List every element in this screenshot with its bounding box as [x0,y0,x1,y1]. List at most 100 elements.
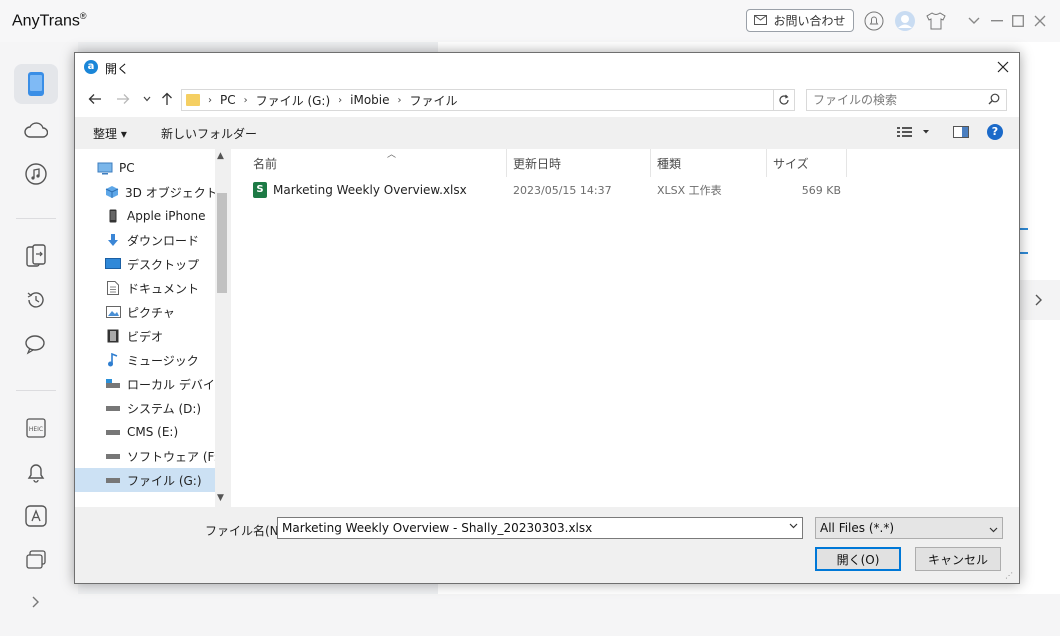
file-type-cell: XLSX 工作表 [657,184,722,197]
help-icon[interactable]: ? [987,124,1003,140]
tree-item-cms-e[interactable]: CMS (E:) [75,420,215,444]
document-icon [105,281,121,295]
address-bar[interactable]: › PC › ファイル (G:) › iMobie › ファイル [181,89,795,111]
dialog-close-button[interactable] [993,57,1013,77]
app-title: AnyTrans® [12,11,87,30]
cloud-icon[interactable] [14,110,58,150]
open-button[interactable]: 開く(O) [815,547,901,571]
new-folder-button[interactable]: 新しいフォルダー [161,125,257,142]
3d-objects-icon [105,185,119,199]
anytrans-logo-icon: a [84,60,98,74]
search-input[interactable] [807,90,977,110]
dialog-title: 開く [105,62,130,76]
tree-item-downloads[interactable]: ダウンロード [75,228,215,252]
app-store-icon[interactable] [14,496,58,536]
svg-text:HEIC: HEIC [29,426,43,433]
sidebar-divider [16,390,56,391]
tree-item-3d-objects[interactable]: 3D オブジェクト [75,180,215,204]
music-note-icon[interactable] [14,154,58,194]
file-list-pane: 名前 ︿ 更新日時 種類 サイズ S Marketing Weekly Over… [231,149,1019,507]
chevron-right-icon: › [243,94,248,106]
avatar[interactable] [893,9,917,33]
cancel-button[interactable]: キャンセル [915,547,1001,571]
search-field[interactable] [806,89,1007,111]
column-header-name[interactable]: 名前 ︿ [247,149,507,177]
tree-item-files-g[interactable]: ファイル (G:) [75,468,215,492]
tree-item-iphone[interactable]: Apple iPhone [75,204,215,228]
breadcrumb-drive[interactable]: ファイル (G:) [256,92,331,109]
drive-icon [105,449,121,463]
tree-item-documents[interactable]: ドキュメント [75,276,215,300]
screen-mirror-icon[interactable] [14,540,58,580]
filename-input[interactable] [278,518,778,538]
desktop-icon [105,257,121,271]
file-date-cell: 2023/05/15 14:37 [513,183,612,197]
contact-button[interactable]: お問い合わせ [746,9,854,32]
recent-locations-button[interactable] [137,90,157,108]
expand-sidebar-icon[interactable] [14,582,58,622]
tree-item-videos[interactable]: ビデオ [75,324,215,348]
refresh-button[interactable] [773,90,793,110]
close-icon[interactable] [1028,9,1052,33]
tree-item-desktop[interactable]: デスクトップ [75,252,215,276]
filename-field[interactable] [277,517,803,539]
arrow-left-icon [88,94,101,104]
forward-button[interactable] [113,90,133,108]
scroll-up-icon[interactable]: ▲ [217,151,224,161]
dialog-footer: ファイル名(N): All Files (*.*) 開く(O) キャンセル ⋰ [75,507,1019,583]
chevron-down-icon[interactable] [962,9,986,33]
breadcrumb-imobie[interactable]: iMobie [350,93,389,107]
search-icon[interactable] [988,93,1000,108]
drive-icon [105,401,121,415]
chevron-right-icon[interactable] [1018,280,1060,320]
notification-bell-icon[interactable] [14,452,58,492]
tree-item-music[interactable]: ミュージック [75,348,215,372]
anytrans-window: AnyTrans® お問い合わせ HEIC a 開く › PC › ファイル (… [0,0,1060,636]
shirt-icon[interactable] [924,9,948,33]
scroll-down-icon[interactable]: ▼ [217,493,224,503]
refresh-icon [778,94,789,105]
file-row[interactable]: S Marketing Weekly Overview.xlsx 2023/05… [247,179,847,201]
tree-item-pictures[interactable]: ピクチャ [75,300,215,324]
dialog-toolbar: 整理 ▾ 新しいフォルダー ? [75,117,1019,149]
phone-switcher-icon[interactable] [14,236,58,276]
column-header-type[interactable]: 種類 [651,149,767,177]
column-header-size[interactable]: サイズ [767,149,847,177]
preview-pane-icon[interactable] [953,126,969,141]
chat-icon[interactable] [14,324,58,364]
organize-button[interactable]: 整理 ▾ [93,125,127,142]
excel-file-icon: S [253,182,267,198]
tree-item-software-f[interactable]: ソフトウェア (F:) [75,444,215,468]
column-header-date[interactable]: 更新日時 [507,149,651,177]
navigation-scrollbar[interactable]: ▲ ▼ [215,149,229,507]
picture-icon [105,305,121,319]
file-name-cell: S Marketing Weekly Overview.xlsx [247,182,507,198]
navigation-pane: PC 3D オブジェクト Apple iPhone ダウンロード デスクトップ … [75,149,229,507]
view-options-icon[interactable] [897,126,931,141]
file-type-filter-select[interactable]: All Files (*.*) [815,517,1003,539]
tree-item-system-d[interactable]: システム (D:) [75,396,215,420]
download-icon [105,233,121,247]
filename-dropdown-icon[interactable] [789,521,798,532]
history-icon[interactable] [14,280,58,320]
dialog-titlebar: a 開く [75,53,1019,81]
resize-grip-icon[interactable]: ⋰ [1005,571,1013,580]
up-button[interactable] [157,90,177,108]
contact-label: お問い合わせ [773,14,846,28]
maximize-icon[interactable] [1006,9,1030,33]
back-button[interactable] [85,90,105,108]
filename-label: ファイル名(N): [205,524,288,538]
music-icon [105,353,121,367]
breadcrumb-pc[interactable]: PC [220,93,236,107]
breadcrumb-files[interactable]: ファイル [410,92,458,109]
device-manager-icon[interactable] [14,64,58,104]
bell-icon[interactable] [862,9,886,33]
scrollbar-thumb[interactable] [217,193,227,293]
heic-converter-icon[interactable]: HEIC [14,408,58,448]
pc-icon [97,161,113,175]
drive-icon [105,377,121,391]
sidebar-divider [16,218,56,219]
tree-item-local-disk-c[interactable]: ローカル デバイス (C [75,372,215,396]
chevron-right-icon: › [397,94,402,106]
tree-item-pc[interactable]: PC [75,156,215,180]
